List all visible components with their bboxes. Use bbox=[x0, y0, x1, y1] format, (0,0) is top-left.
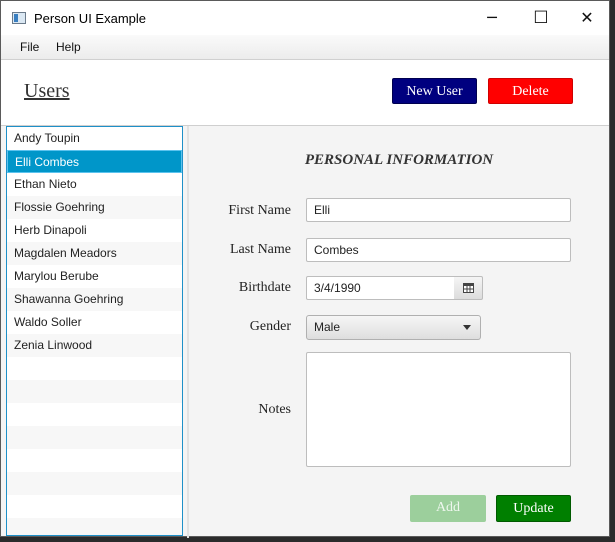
maximize-button[interactable]: ☐ bbox=[518, 5, 564, 31]
empty-list-row bbox=[7, 495, 182, 518]
add-button[interactable]: Add bbox=[410, 495, 486, 522]
first-name-field[interactable]: Elli bbox=[306, 198, 571, 222]
list-item[interactable]: Elli Combes bbox=[7, 150, 182, 173]
list-item[interactable]: Magdalen Meadors bbox=[7, 242, 182, 265]
empty-list-row bbox=[7, 472, 182, 495]
empty-list-row bbox=[7, 449, 182, 472]
page-title: Users bbox=[24, 80, 70, 102]
title-bar: Person UI Example ─ ☐ ✕ bbox=[1, 1, 609, 35]
delete-button[interactable]: Delete bbox=[488, 78, 573, 104]
empty-list-row bbox=[7, 357, 182, 380]
list-item[interactable]: Ethan Nieto bbox=[7, 173, 182, 196]
list-item[interactable]: Marylou Berube bbox=[7, 265, 182, 288]
app-window: Person UI Example ─ ☐ ✕ File Help Users … bbox=[0, 0, 610, 538]
menu-file[interactable]: File bbox=[20, 40, 39, 54]
notes-textarea[interactable] bbox=[306, 352, 571, 467]
list-item[interactable]: Waldo Soller bbox=[7, 311, 182, 334]
section-title: PERSONAL INFORMATION bbox=[304, 152, 494, 168]
minimize-button[interactable]: ─ bbox=[469, 5, 515, 31]
gender-label: Gender bbox=[249, 319, 291, 334]
menu-help[interactable]: Help bbox=[56, 40, 81, 54]
empty-list-row bbox=[7, 403, 182, 426]
notes-label: Notes bbox=[258, 402, 291, 417]
new-user-button[interactable]: New User bbox=[392, 78, 477, 104]
window-title: Person UI Example bbox=[34, 11, 146, 26]
user-list[interactable]: Andy Toupin Elli Combes Ethan Nieto Flossie… bbox=[6, 126, 183, 536]
birthdate-field[interactable]: 3/4/1990 bbox=[306, 276, 455, 300]
gender-select[interactable]: Male bbox=[306, 315, 481, 340]
app-window-icon bbox=[12, 12, 26, 24]
header: Users New User Delete bbox=[1, 60, 609, 126]
calendar-icon bbox=[462, 283, 474, 293]
last-name-field[interactable]: Combes bbox=[306, 238, 571, 262]
chevron-down-icon bbox=[463, 325, 471, 330]
close-button[interactable]: ✕ bbox=[564, 5, 610, 31]
birthdate-label: Birthdate bbox=[238, 280, 291, 295]
list-item[interactable]: Herb Dinapoli bbox=[7, 219, 182, 242]
empty-list-row bbox=[7, 380, 182, 403]
last-name-label: Last Name bbox=[229, 242, 291, 257]
first-name-label: First Name bbox=[228, 203, 291, 218]
list-item[interactable]: Andy Toupin bbox=[7, 127, 182, 150]
update-button[interactable]: Update bbox=[496, 495, 571, 522]
date-picker-button[interactable] bbox=[454, 276, 483, 300]
gender-select-value: Male bbox=[314, 320, 341, 334]
list-item[interactable]: Zenia Linwood bbox=[7, 334, 182, 357]
menu-bar: File Help bbox=[1, 35, 609, 60]
empty-list-row bbox=[7, 426, 182, 449]
list-item[interactable]: Shawanna Goehring bbox=[7, 288, 182, 311]
list-item[interactable]: Flossie Goehring bbox=[7, 196, 182, 219]
person-form: PERSONAL INFORMATION First Name Elli Las… bbox=[189, 126, 609, 538]
empty-list-row bbox=[7, 518, 182, 535]
